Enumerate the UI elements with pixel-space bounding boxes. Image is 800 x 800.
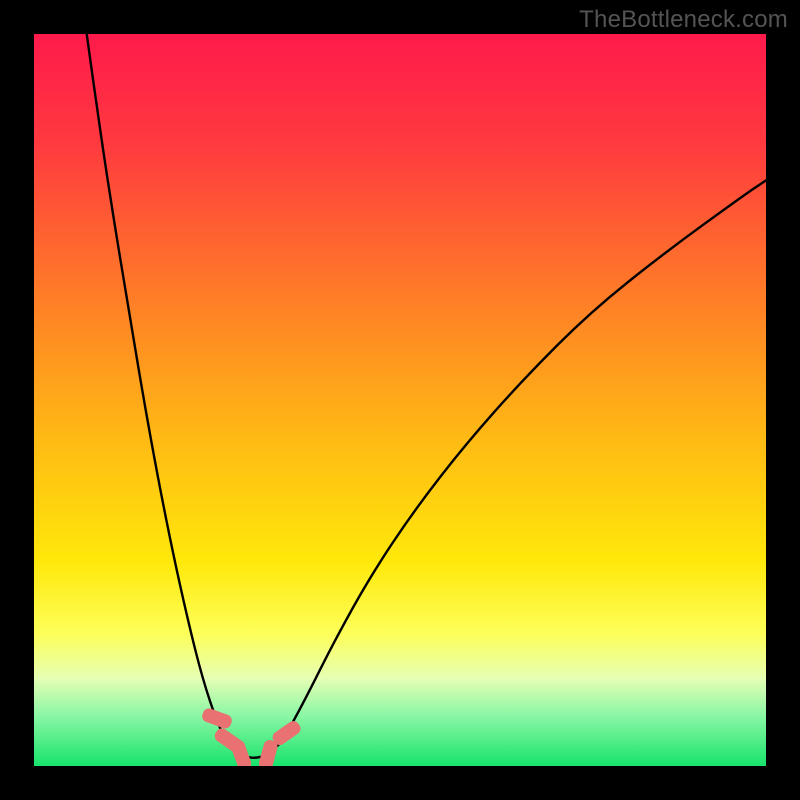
chart-frame: TheBottleneck.com	[0, 0, 800, 800]
plot-area	[34, 34, 766, 766]
chart-svg	[34, 34, 766, 766]
watermark-text: TheBottleneck.com	[579, 6, 788, 34]
